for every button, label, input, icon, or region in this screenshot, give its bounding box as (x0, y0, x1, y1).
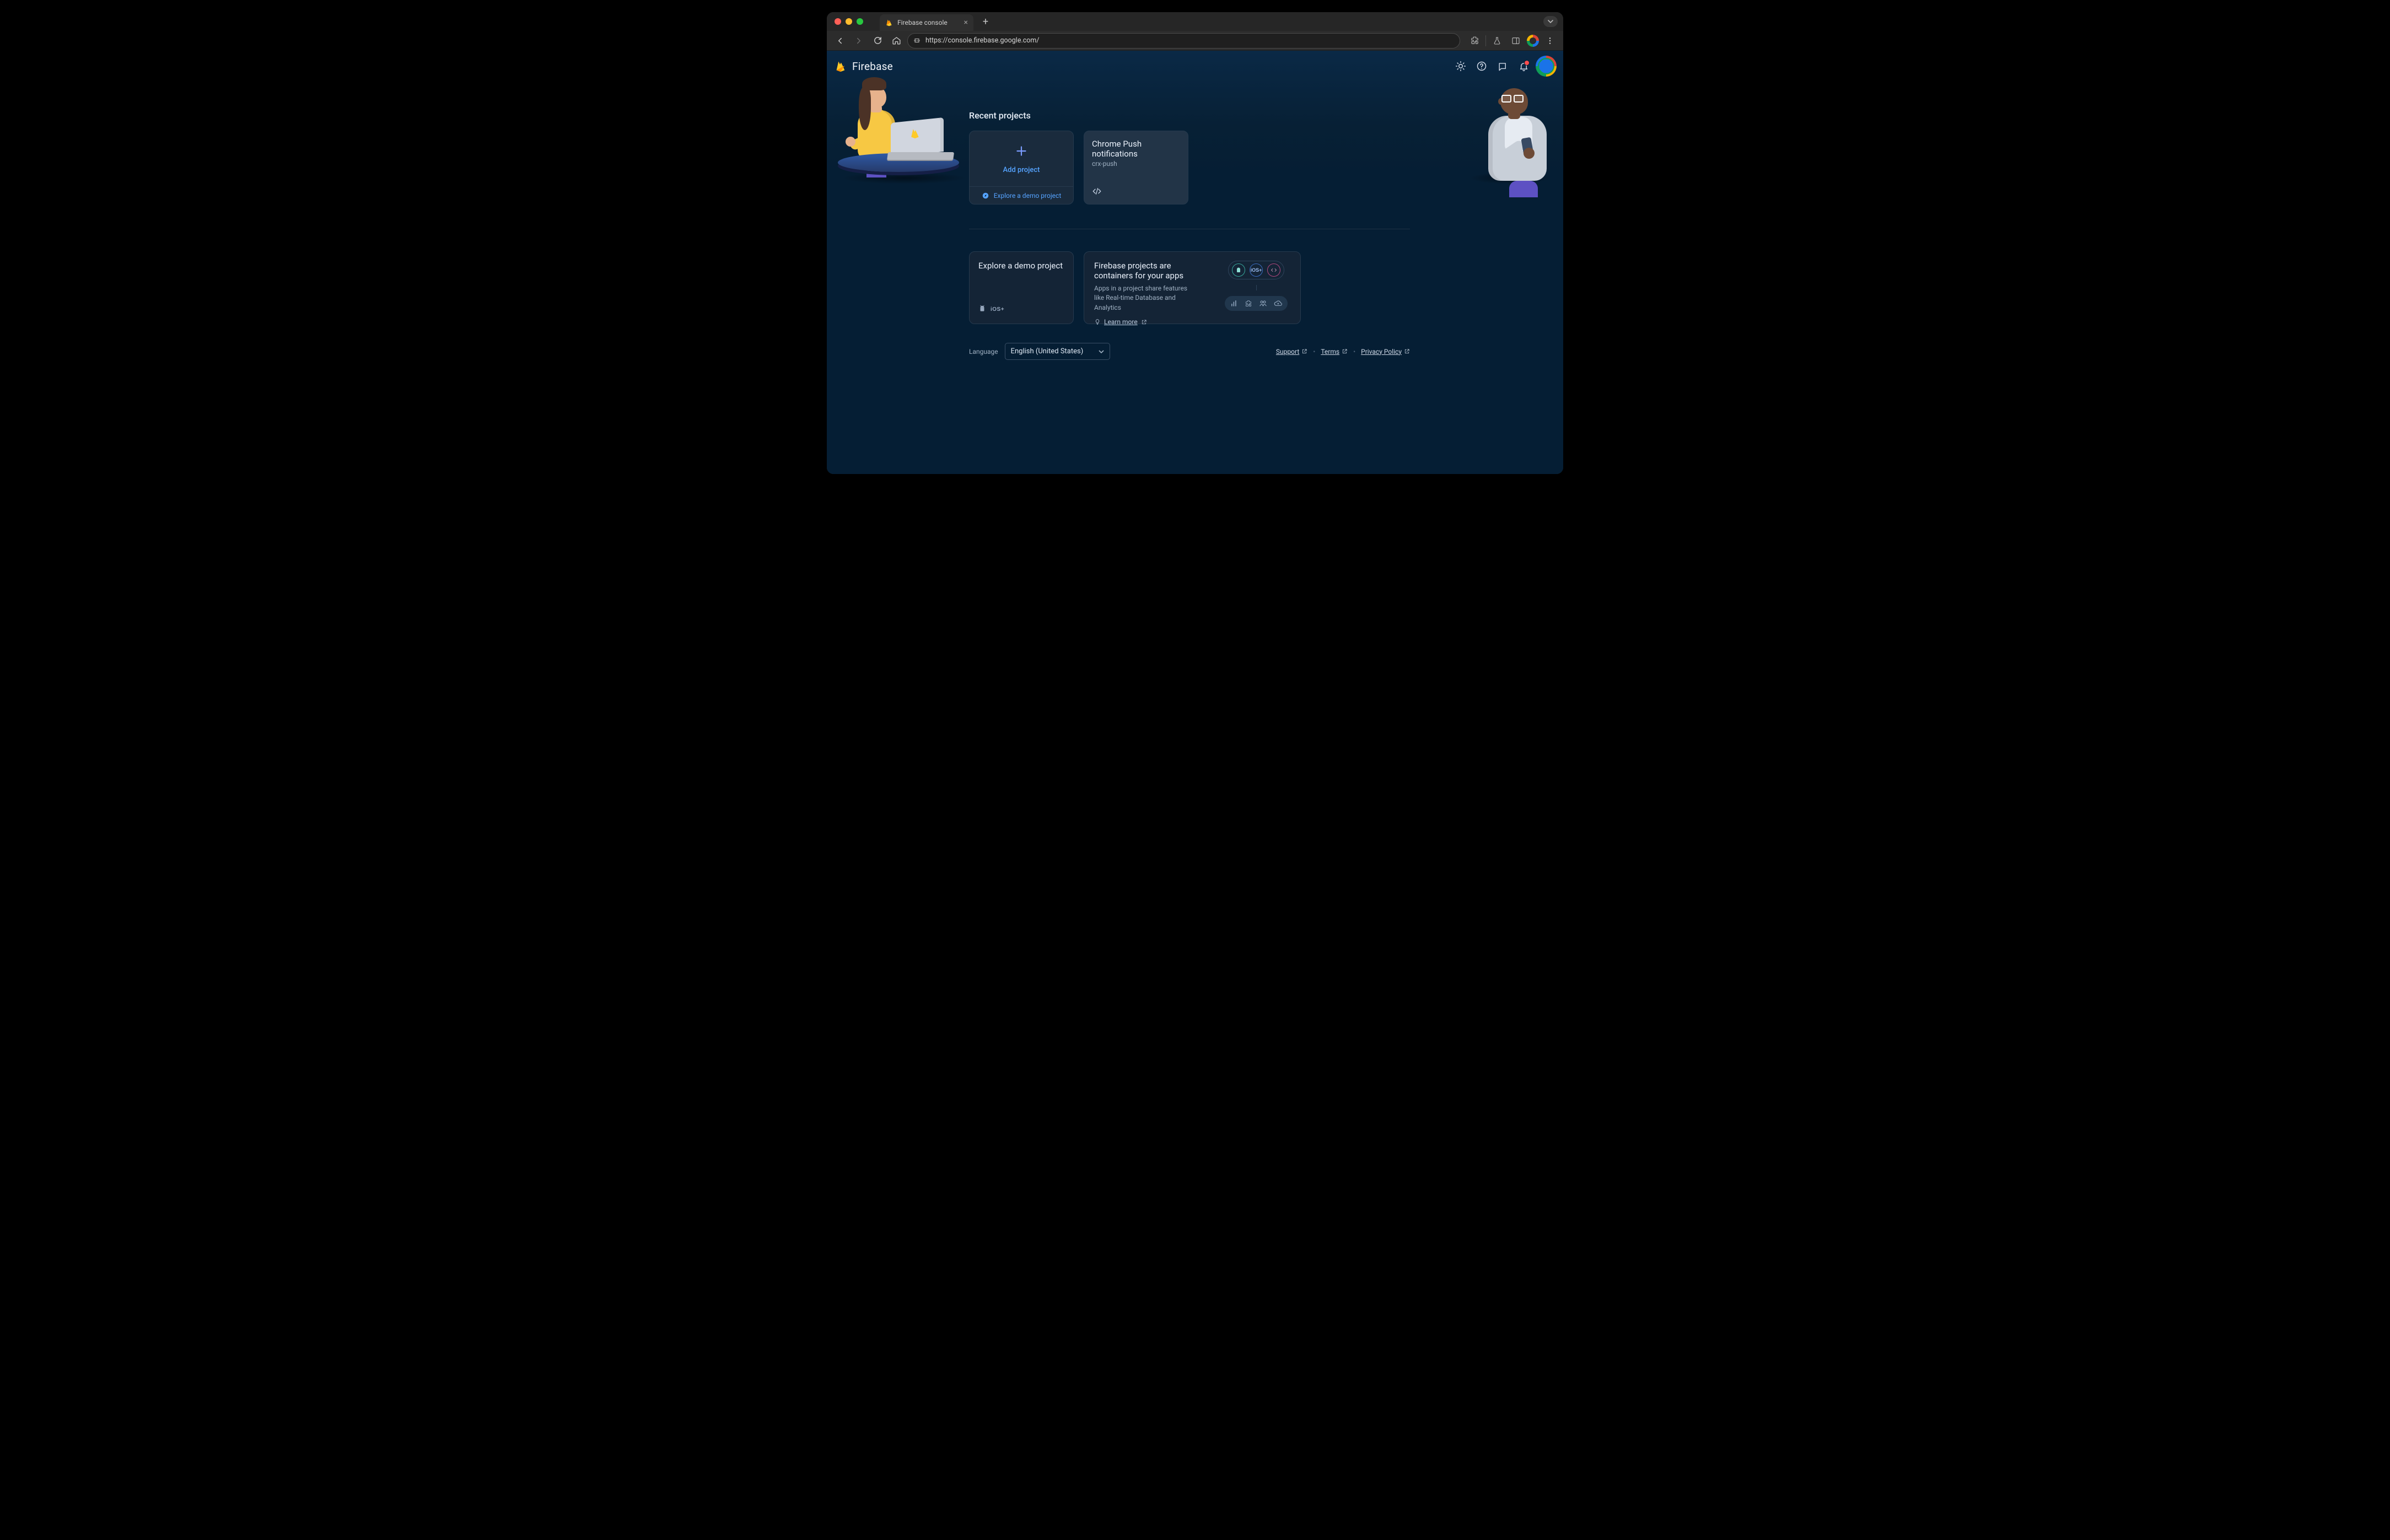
new-tab-button[interactable]: + (979, 15, 992, 28)
add-project-label: Add project (1003, 166, 1040, 174)
web-platform-icon (1092, 186, 1180, 198)
browser-window: Firebase console × + (827, 12, 1563, 474)
external-link-icon (1342, 348, 1348, 354)
plus-icon (1014, 144, 1029, 160)
forward-button[interactable] (851, 33, 866, 49)
url-text: https://console.firebase.google.com/ (925, 36, 1040, 45)
external-link-icon (1404, 348, 1410, 354)
site-info-icon[interactable] (912, 36, 921, 45)
brand-text: Firebase (852, 60, 893, 73)
project-title: Chrome Push notifications (1092, 139, 1180, 159)
account-avatar[interactable] (1537, 57, 1555, 76)
side-panel-button[interactable] (1508, 33, 1524, 49)
close-tab-icon[interactable]: × (964, 18, 968, 27)
window-controls[interactable] (835, 18, 863, 25)
tab-overview-button[interactable] (1543, 16, 1558, 27)
recent-projects-row: Add project Explore a demo project Chrom… (969, 131, 1410, 204)
explore-demo-title: Explore a demo project (978, 261, 1064, 271)
theme-toggle-button[interactable] (1453, 58, 1468, 74)
android-icon (978, 304, 986, 315)
support-link[interactable]: Support (1276, 348, 1307, 356)
language-label: Language (969, 348, 998, 356)
close-window-icon[interactable] (835, 18, 841, 25)
explore-demo-label: Explore a demo project (994, 192, 1062, 200)
labs-button[interactable] (1489, 33, 1505, 49)
brand[interactable]: Firebase (835, 60, 893, 73)
learn-more-label: Learn more (1104, 318, 1138, 326)
project-id: crx-push (1092, 160, 1180, 168)
notifications-button[interactable] (1516, 58, 1531, 74)
back-button[interactable] (832, 33, 848, 49)
browser-profile-button[interactable] (1527, 35, 1539, 47)
help-button[interactable] (1474, 58, 1489, 74)
android-chip-icon (1232, 263, 1245, 277)
zoom-window-icon[interactable] (857, 18, 863, 25)
language-select[interactable]: English (United States) (1005, 343, 1111, 360)
tab-title: Firebase console (897, 19, 960, 26)
terms-link[interactable]: Terms (1321, 348, 1348, 356)
browser-tab[interactable]: Firebase console × (880, 14, 973, 31)
info-description: Apps in a project share features like Re… (1094, 284, 1199, 313)
toolbar-separator (1485, 35, 1486, 46)
web-chip-icon (1267, 263, 1280, 277)
app-bar: Firebase (827, 51, 1563, 82)
info-card: Firebase projects are containers for you… (1084, 251, 1301, 324)
browser-menu-button[interactable] (1542, 33, 1558, 49)
apps-diagram: iOS+ (1222, 261, 1290, 315)
content: Recent projects Add project Explore a de… (969, 110, 1410, 360)
privacy-link[interactable]: Privacy Policy (1361, 348, 1410, 356)
explore-demo-card[interactable]: Explore a demo project iOS+ (969, 251, 1074, 324)
firebase-favicon-icon (885, 19, 893, 26)
tab-bar: Firebase console × + (827, 12, 1563, 31)
recent-projects-title: Recent projects (969, 110, 1410, 121)
minimize-window-icon[interactable] (846, 18, 852, 25)
info-title: Firebase projects are containers for you… (1094, 261, 1188, 281)
address-bar[interactable]: https://console.firebase.google.com/ (907, 33, 1460, 49)
project-card[interactable]: Chrome Push notifications crx-push (1084, 131, 1188, 204)
extensions-button[interactable] (1467, 33, 1482, 49)
ios-chip-icon: iOS+ (1250, 263, 1263, 277)
external-link-icon (1301, 348, 1307, 354)
learn-more-link[interactable]: Learn more (1094, 318, 1147, 326)
lower-row: Explore a demo project iOS+ Firebase pro… (969, 251, 1410, 324)
explore-demo-link[interactable]: Explore a demo project (970, 186, 1073, 204)
cloud-functions-icon (1274, 299, 1282, 308)
extensions-icon (1245, 300, 1252, 308)
add-project-card[interactable]: Add project Explore a demo project (969, 131, 1074, 204)
lightbulb-icon (1094, 319, 1101, 325)
home-button[interactable] (889, 33, 904, 49)
compass-icon (982, 192, 989, 200)
chevron-down-icon (1099, 349, 1104, 354)
footer: Language English (United States) Support… (969, 343, 1410, 360)
language-value: English (United States) (1011, 347, 1084, 356)
auth-icon (1259, 299, 1267, 308)
ios-icon: iOS+ (991, 307, 1004, 313)
toolbar-right (1467, 33, 1558, 49)
separator-dot: • (1353, 348, 1355, 356)
browser-toolbar: https://console.firebase.google.com/ (827, 31, 1563, 51)
whats-new-button[interactable] (1495, 58, 1510, 74)
explore-platform-icons: iOS+ (978, 304, 1064, 315)
external-link-icon (1141, 319, 1147, 325)
firebase-app: Firebase (827, 51, 1563, 474)
firebase-logo-icon (835, 60, 847, 72)
separator-dot: • (1313, 348, 1315, 356)
reload-button[interactable] (870, 33, 885, 49)
app-bar-actions (1453, 57, 1555, 76)
analytics-icon (1230, 300, 1238, 308)
add-project-main[interactable]: Add project (970, 131, 1073, 186)
